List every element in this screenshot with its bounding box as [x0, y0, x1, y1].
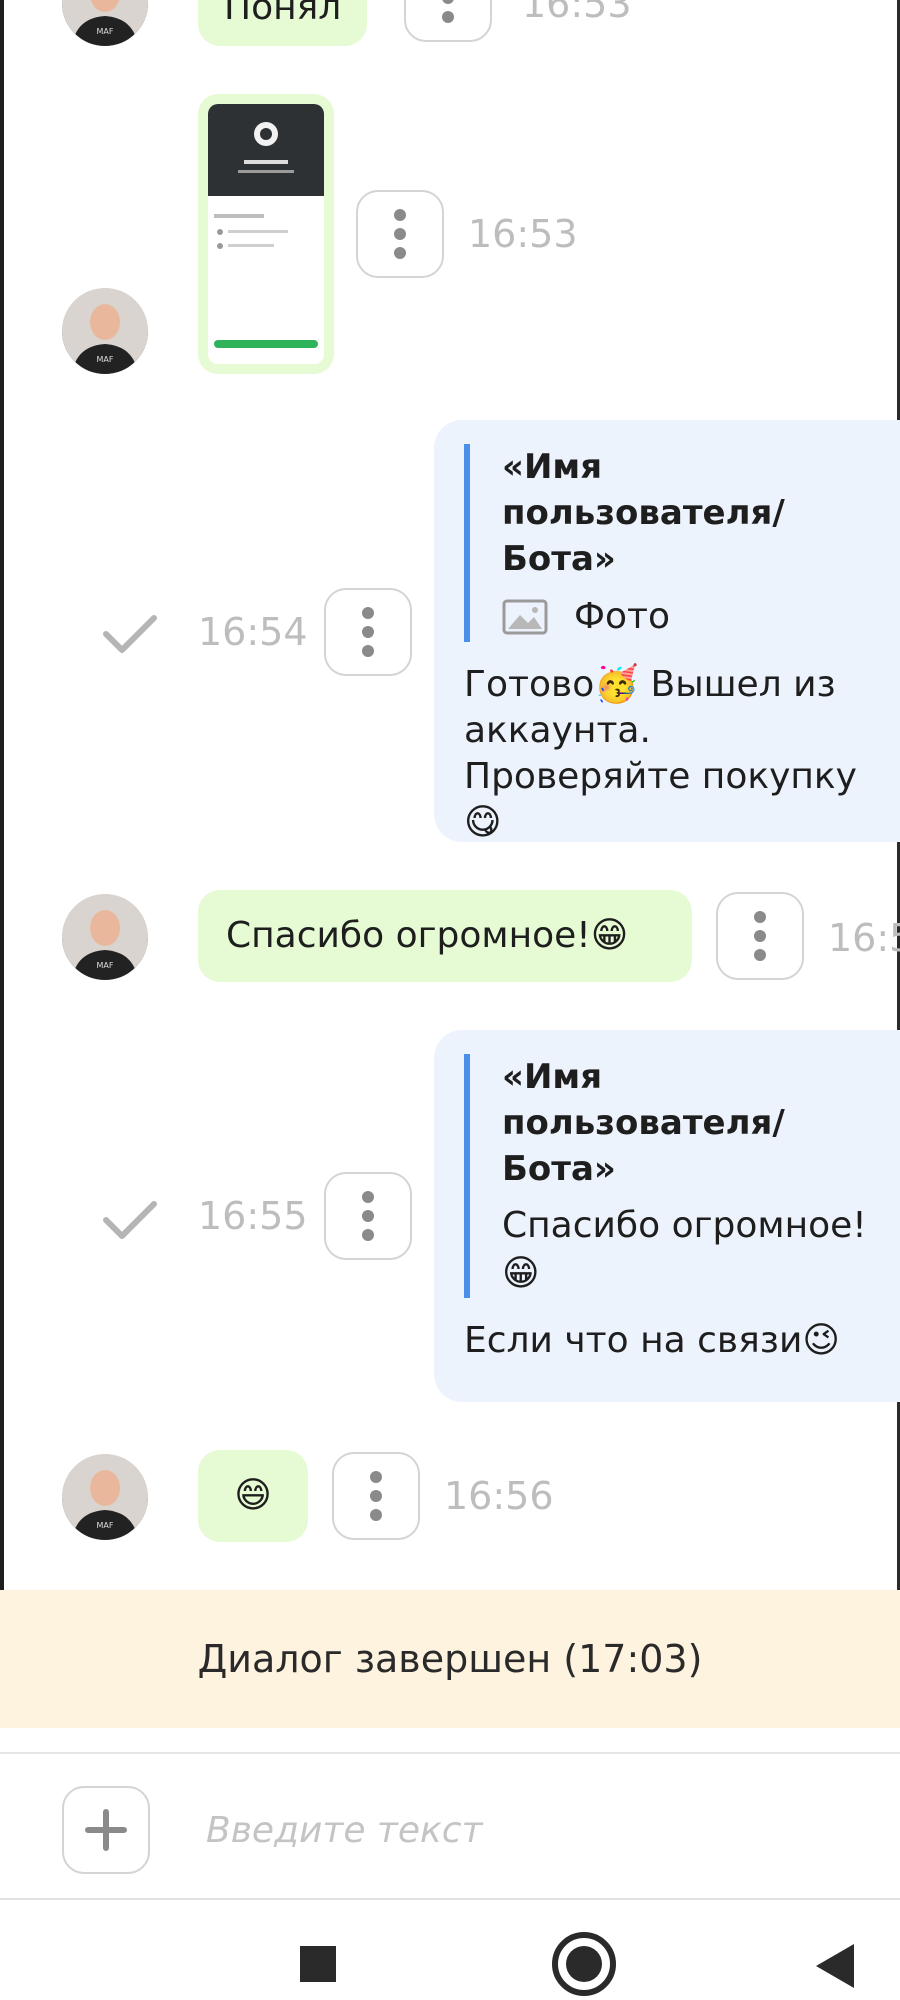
svg-text:MAF: MAF — [97, 355, 114, 364]
square-icon[interactable] — [300, 1946, 336, 1982]
home-circle-icon[interactable] — [552, 1932, 616, 1996]
outgoing-message-bubble[interactable]: «Имя пользователя/ Бота» Спасибо огромно… — [434, 1030, 900, 1402]
screenshot-thumbnail-graphic — [208, 104, 324, 364]
system-nav-bar — [0, 1898, 900, 2000]
message-time: 16:53 — [468, 212, 578, 256]
message-bubble[interactable]: Спасибо огромное! 😁 — [198, 890, 692, 982]
message-text-part: Готово — [464, 664, 595, 705]
message-bubble[interactable]: 😄 — [198, 1450, 308, 1542]
plus-glyph — [85, 1809, 127, 1851]
message-time: 16:56 — [444, 1474, 554, 1518]
image-icon — [502, 599, 548, 635]
quote-author: «Имя пользователя/ Бота» — [502, 447, 785, 579]
avatar[interactable]: MAF — [62, 894, 148, 980]
yum-emoji: 😋 — [464, 802, 502, 843]
left-edge — [0, 0, 4, 1725]
avatar[interactable]: MAF — [62, 0, 148, 46]
more-vertical-icon[interactable] — [324, 1172, 412, 1260]
smile-emoji: 😄 — [234, 1475, 272, 1516]
back-triangle-icon[interactable] — [816, 1944, 854, 1988]
message-time: 16:53 — [522, 0, 632, 26]
message-text: Если что на связи😉 — [464, 1318, 882, 1364]
quote-author: «Имя пользователя/ Бота» — [502, 1057, 785, 1189]
quote-attachment-label: Фото — [574, 596, 671, 637]
grin-emoji: 😁 — [502, 1253, 540, 1294]
reply-quote[interactable]: «Имя пользователя/ Бота» Спасибо огромно… — [464, 1054, 882, 1298]
more-vertical-icon[interactable] — [356, 190, 444, 278]
check-icon — [103, 1201, 157, 1239]
message-text: Спасибо огромное! — [226, 915, 591, 956]
message-input[interactable] — [206, 1800, 846, 1860]
check-icon — [103, 615, 157, 653]
quote-text: Спасибо огромное! 😁 — [502, 1202, 882, 1298]
avatar-photo: MAF — [62, 1454, 148, 1540]
message-time: 16:5 — [828, 916, 900, 960]
svg-text:MAF: MAF — [97, 961, 114, 970]
message-bubble[interactable]: Понял — [198, 0, 368, 46]
more-vertical-icon[interactable] — [332, 1452, 420, 1540]
svg-text:MAF: MAF — [97, 1521, 114, 1530]
message-time: 16:55 — [198, 1194, 308, 1238]
message-text: Готово🥳 Вышел из аккаунта. Проверяйте по… — [464, 662, 882, 846]
party-emoji: 🥳 — [594, 664, 640, 705]
avatar-photo: MAF — [62, 894, 148, 980]
message-text: Понял — [224, 0, 342, 28]
chat-screen: MAF Понял 16:53 MAF 16:53 16:54 «Имя пол… — [0, 0, 900, 2000]
more-vertical-icon[interactable] — [324, 588, 412, 676]
more-vertical-icon[interactable] — [404, 0, 492, 42]
avatar[interactable]: MAF — [62, 288, 148, 374]
quote-text-part: Спасибо огромное! — [502, 1205, 867, 1246]
message-text-part: Если что на связи — [464, 1320, 803, 1361]
avatar-photo: MAF — [62, 0, 148, 46]
dialog-status-text: Диалог завершен (17:03) — [197, 1637, 703, 1681]
svg-text:MAF: MAF — [97, 27, 114, 36]
avatar-photo: MAF — [62, 288, 148, 374]
outgoing-message-bubble[interactable]: «Имя пользователя/ Бота» Фото Готово🥳 Вы… — [434, 420, 900, 843]
dialog-status-banner: Диалог завершен (17:03) — [0, 1590, 900, 1728]
avatar[interactable]: MAF — [62, 1454, 148, 1540]
grin-emoji: 😁 — [590, 915, 629, 956]
image-message[interactable] — [198, 94, 334, 374]
more-vertical-icon[interactable] — [716, 892, 804, 980]
screenshot-thumbnail — [208, 104, 324, 364]
wink-emoji: 😉 — [802, 1320, 840, 1361]
quote-attachment: Фото — [502, 592, 882, 642]
message-time: 16:54 — [198, 610, 308, 654]
plus-icon[interactable] — [62, 1786, 150, 1874]
reply-quote[interactable]: «Имя пользователя/ Бота» Фото — [464, 444, 882, 642]
